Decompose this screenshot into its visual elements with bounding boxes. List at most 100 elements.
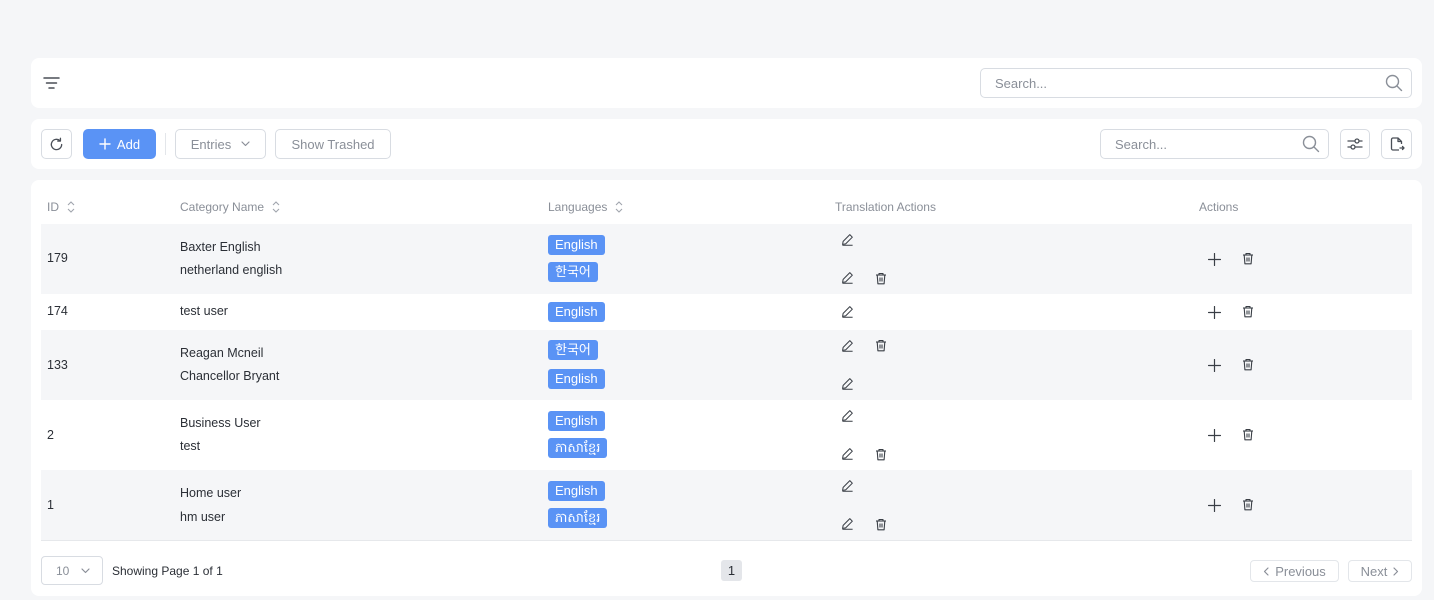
header-languages-label: Languages — [548, 200, 608, 214]
language-badge: English — [548, 481, 605, 501]
plus-icon[interactable] — [1206, 251, 1222, 267]
filter-bar — [31, 58, 1422, 108]
language-badge: English — [548, 302, 605, 322]
edit-icon[interactable] — [839, 303, 855, 319]
language-badge: ភាសាខ្មែរ — [548, 438, 608, 458]
edit-icon[interactable] — [839, 515, 855, 531]
chevron-left-icon — [1263, 566, 1269, 576]
edit-icon[interactable] — [839, 269, 855, 285]
category-name: test — [180, 439, 201, 453]
chevron-down-icon — [81, 567, 90, 574]
entries-label: Entries — [190, 136, 232, 152]
header-translation-actions: Translation Actions — [835, 200, 936, 214]
category-table: ID Category Name Languages Translation A… — [31, 180, 1422, 596]
row-id: 174 — [47, 304, 68, 318]
language-badge: English — [548, 369, 605, 389]
language-badge: English — [548, 411, 605, 431]
plus-icon[interactable] — [1206, 304, 1222, 320]
plus-icon — [99, 138, 111, 150]
header-id[interactable]: ID — [47, 200, 75, 214]
page-size-select[interactable]: 10 — [41, 556, 103, 585]
category-name: Business User — [180, 416, 261, 430]
row-id: 2 — [47, 428, 54, 442]
edit-icon[interactable] — [839, 375, 855, 391]
toolbar-divider — [165, 133, 166, 155]
filter-lines-icon[interactable] — [41, 74, 61, 92]
plus-icon[interactable] — [1206, 357, 1222, 373]
trash-icon[interactable] — [1240, 356, 1256, 372]
previous-label: Previous — [1275, 563, 1326, 579]
trash-icon[interactable] — [1240, 250, 1256, 266]
edit-icon[interactable] — [839, 407, 855, 423]
header-category-name[interactable]: Category Name — [180, 200, 280, 214]
add-button[interactable]: Add — [83, 129, 156, 159]
edit-icon[interactable] — [839, 231, 855, 247]
category-name: Chancellor Bryant — [180, 369, 280, 383]
export-button[interactable] — [1381, 129, 1412, 159]
chevron-right-icon — [1393, 566, 1399, 576]
trash-icon[interactable] — [873, 516, 889, 532]
sort-icon[interactable] — [272, 200, 280, 214]
show-trashed-button[interactable]: Show Trashed — [275, 129, 391, 159]
table-search — [1100, 129, 1329, 159]
language-badge: 한국어 — [548, 340, 598, 360]
edit-icon[interactable] — [839, 477, 855, 493]
header-id-label: ID — [47, 200, 59, 214]
table-row: 133 Reagan Mcneil Chancellor Bryant 한국어 … — [41, 330, 1412, 400]
row-id: 133 — [47, 358, 68, 372]
category-name: Reagan Mcneil — [180, 346, 264, 360]
chevron-down-icon — [241, 141, 250, 147]
trash-icon[interactable] — [873, 337, 889, 353]
trash-icon[interactable] — [1240, 496, 1256, 512]
trash-icon[interactable] — [1240, 303, 1256, 319]
entries-dropdown[interactable]: Entries — [175, 129, 266, 159]
show-trashed-label: Show Trashed — [291, 136, 375, 152]
row-id: 1 — [47, 498, 54, 512]
page-size-value: 10 — [56, 563, 70, 578]
header-translation-actions-label: Translation Actions — [835, 200, 936, 214]
toolbar: Add Entries Show Trashed — [31, 119, 1422, 169]
add-button-label: Add — [116, 136, 141, 152]
category-name: Home user — [180, 486, 242, 500]
trash-icon[interactable] — [1240, 426, 1256, 442]
header-actions: Actions — [1199, 200, 1238, 214]
table-bottom-border — [41, 540, 1412, 541]
edit-icon[interactable] — [839, 445, 855, 461]
plus-icon[interactable] — [1206, 497, 1222, 513]
sliders-icon — [1347, 137, 1363, 151]
table-search-input[interactable] — [1101, 136, 1294, 152]
trash-icon[interactable] — [873, 446, 889, 462]
next-button[interactable]: Next — [1348, 560, 1412, 582]
pagination-info: Showing Page 1 of 1 — [112, 564, 223, 578]
table-row: 179 Baxter English netherland english En… — [41, 224, 1412, 294]
category-name: test user — [180, 304, 228, 318]
column-settings-button[interactable] — [1340, 129, 1370, 159]
page-number: 1 — [727, 563, 736, 578]
global-search-input[interactable] — [981, 75, 1377, 91]
table-row: 1 Home user hm user English ភាសាខ្មែរ — [41, 470, 1412, 540]
search-icon[interactable] — [1294, 135, 1328, 153]
table-row: 174 test user English — [41, 294, 1412, 330]
header-actions-label: Actions — [1199, 200, 1239, 214]
global-search — [980, 68, 1412, 98]
export-file-icon — [1389, 136, 1405, 152]
refresh-icon — [49, 137, 64, 152]
edit-icon[interactable] — [839, 337, 855, 353]
next-label: Next — [1360, 563, 1388, 579]
page-button-1[interactable]: 1 — [721, 560, 742, 581]
table-row: 2 Business User test English ភាសាខ្មែរ — [41, 400, 1412, 470]
language-badge: ភាសាខ្មែរ — [548, 508, 608, 528]
language-badge: English — [548, 235, 605, 255]
header-languages[interactable]: Languages — [548, 200, 623, 214]
trash-icon[interactable] — [873, 270, 889, 286]
previous-button[interactable]: Previous — [1250, 560, 1339, 582]
refresh-button[interactable] — [41, 129, 72, 159]
plus-icon[interactable] — [1206, 427, 1222, 443]
language-badge: 한국어 — [548, 262, 598, 282]
row-id: 179 — [47, 251, 68, 265]
header-category-name-label: Category Name — [180, 200, 265, 214]
sort-icon[interactable] — [615, 200, 623, 214]
search-icon[interactable] — [1377, 74, 1411, 92]
category-name: netherland english — [180, 263, 283, 277]
sort-icon[interactable] — [67, 200, 75, 214]
